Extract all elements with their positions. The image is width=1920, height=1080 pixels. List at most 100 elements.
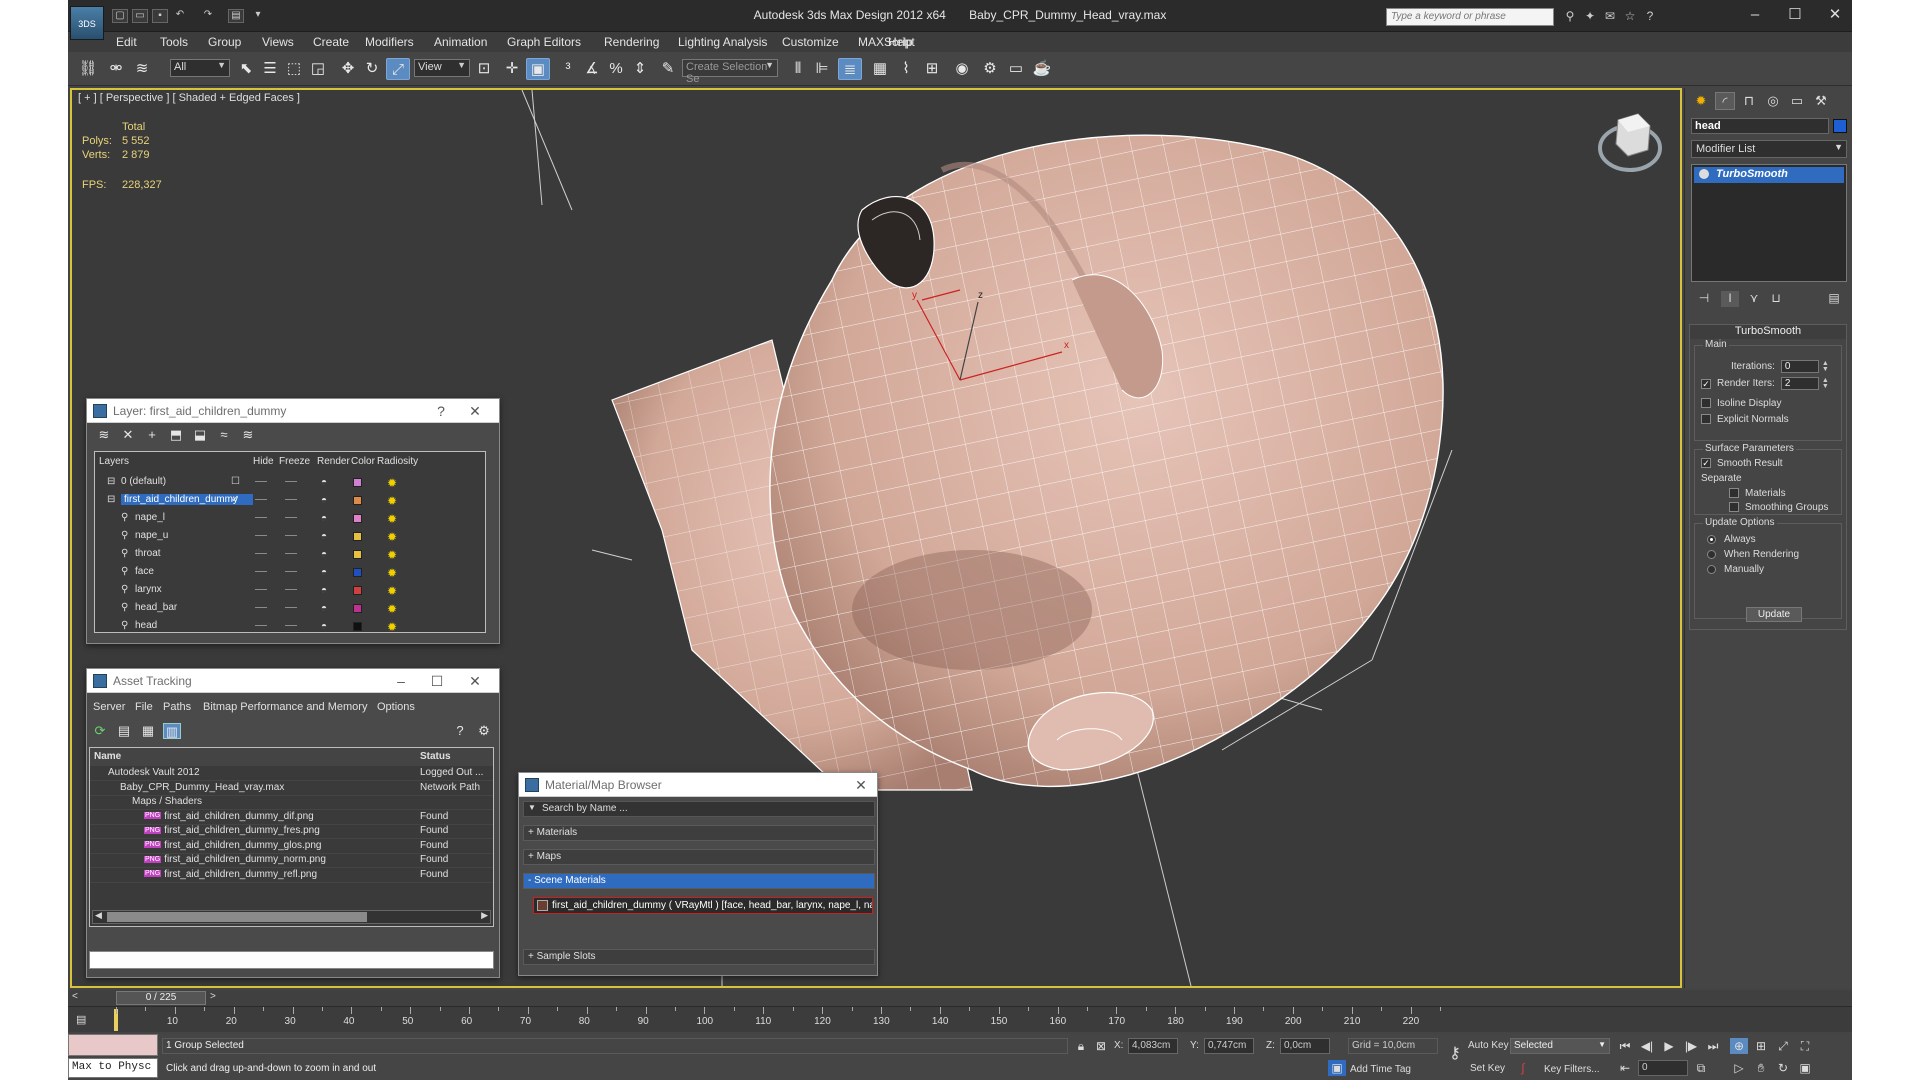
manually-radio[interactable]: [1707, 564, 1716, 574]
sample-slots-section[interactable]: + Sample Slots: [523, 949, 875, 965]
hide-all-icon[interactable]: ≈: [215, 427, 233, 443]
zoom-icon[interactable]: ⊕: [1730, 1038, 1748, 1054]
layer-color-swatch[interactable]: [353, 604, 362, 613]
hide-toggle[interactable]: [255, 481, 267, 482]
current-frame-field[interactable]: 0: [1638, 1060, 1688, 1076]
orbit-icon[interactable]: ↻: [1774, 1060, 1792, 1076]
asset-row[interactable]: Maps / Shaders: [90, 795, 493, 810]
minimize-icon[interactable]: –: [391, 672, 411, 690]
remove-modifier-icon[interactable]: ⊔: [1767, 291, 1785, 307]
object-color-swatch[interactable]: [1833, 119, 1847, 133]
select-by-name-icon[interactable]: ☰: [258, 58, 282, 80]
freeze-header[interactable]: Freeze: [279, 456, 310, 467]
freeze-toggle[interactable]: [285, 517, 297, 518]
iterations-spinner[interactable]: 0: [1780, 360, 1819, 373]
keyboard-shortcut-override-icon[interactable]: ▣: [526, 58, 550, 80]
layer-row[interactable]: ⚲ nape_l ◓ ✹: [95, 510, 485, 528]
delete-layer-icon[interactable]: ✕: [119, 427, 137, 443]
render-production-icon[interactable]: ☕: [1030, 58, 1054, 80]
asset-row[interactable]: PNG first_aid_children_dummy_fres.png Foun…: [90, 824, 493, 839]
curve-editor-icon[interactable]: ⌇: [894, 58, 918, 80]
layer-name[interactable]: head: [135, 620, 157, 631]
radiosity-icon[interactable]: ✹: [387, 584, 397, 598]
menu-rendering[interactable]: Rendering: [604, 35, 659, 49]
make-unique-icon[interactable]: ⋎: [1745, 291, 1763, 307]
window-crossing-icon[interactable]: ◲: [306, 58, 330, 80]
close-icon[interactable]: ✕: [465, 402, 485, 420]
object-icon[interactable]: ⚲: [121, 620, 128, 631]
layer-row[interactable]: ⚲ throat ◓ ✹: [95, 546, 485, 564]
modifier-stack[interactable]: TurboSmooth: [1691, 164, 1847, 282]
schematic-view-icon[interactable]: ⊞: [920, 58, 944, 80]
menu-server[interactable]: Server: [93, 701, 125, 713]
motion-tab-icon[interactable]: ◎: [1763, 92, 1783, 110]
zoom-extents-all-icon[interactable]: ⛶: [1796, 1038, 1814, 1054]
set-key-tangent-icon[interactable]: ∫: [1514, 1060, 1532, 1076]
named-selection-sets-input[interactable]: Create Selection Se ▼: [682, 59, 778, 85]
add-to-layer-icon[interactable]: +: [143, 427, 161, 443]
zoom-extents-icon[interactable]: ⤢: [1774, 1038, 1792, 1054]
field-of-view-icon[interactable]: ▷: [1730, 1060, 1748, 1076]
hide-header[interactable]: Hide: [253, 456, 274, 467]
track-bar[interactable]: ▤ 10 20 30 40 50 60 70 80 90 100 110 120 130 140 150 16…: [68, 1006, 1852, 1032]
close-icon[interactable]: ✕: [1820, 4, 1850, 26]
menu-lighting-analysis[interactable]: Lighting Analysis: [678, 35, 767, 49]
radiosity-icon[interactable]: ✹: [387, 494, 397, 508]
render-teapot-icon[interactable]: ◓: [321, 621, 327, 632]
x-coordinate-field[interactable]: 4,083cm: [1128, 1038, 1178, 1054]
scene-materials-section[interactable]: - Scene Materials: [523, 873, 875, 889]
hide-toggle[interactable]: [255, 625, 267, 626]
maximize-icon[interactable]: ☐: [1780, 4, 1810, 26]
align-icon[interactable]: ⊫: [810, 58, 834, 80]
object-icon[interactable]: ⚲: [121, 548, 128, 559]
materials-checkbox[interactable]: [1729, 488, 1739, 499]
update-button[interactable]: Update: [1746, 607, 1802, 622]
display-tab-icon[interactable]: ▭: [1787, 92, 1807, 110]
scrollbar-thumb[interactable]: [107, 912, 367, 922]
close-icon[interactable]: ✕: [851, 776, 871, 794]
object-icon[interactable]: ⚲: [121, 530, 128, 541]
select-and-move-icon[interactable]: ✥: [336, 58, 360, 80]
radiosity-icon[interactable]: ✹: [387, 476, 397, 490]
time-slider-thumb[interactable]: 0 / 225: [116, 991, 206, 1005]
close-icon[interactable]: ✕: [465, 672, 485, 690]
current-layer-box-icon[interactable]: ☐: [231, 476, 240, 487]
layer-color-swatch[interactable]: [353, 550, 362, 559]
spinner-snap-icon[interactable]: ⇕: [628, 58, 652, 80]
help-icon[interactable]: ?: [1642, 9, 1658, 23]
tree-view-icon[interactable]: ▦: [139, 723, 157, 739]
key-filters-button[interactable]: Key Filters...: [1544, 1064, 1600, 1075]
menu-group[interactable]: Group: [208, 35, 241, 49]
layer-row[interactable]: ⚲ larynx ◓ ✹: [95, 582, 485, 600]
communication-icon[interactable]: ✉: [1602, 9, 1618, 23]
layer-color-swatch[interactable]: [353, 532, 362, 541]
create-tab-icon[interactable]: ✹: [1691, 92, 1711, 110]
hierarchy-tab-icon[interactable]: ⊓: [1739, 92, 1759, 110]
y-coordinate-field[interactable]: 0,747cm: [1204, 1038, 1254, 1054]
menu-views[interactable]: Views: [262, 35, 294, 49]
menu-customize[interactable]: Customize: [782, 35, 839, 49]
maximize-icon[interactable]: ☐: [427, 672, 447, 690]
layer-row[interactable]: ⚲ face ◓ ✹: [95, 564, 485, 582]
modify-tab-icon[interactable]: ◜: [1715, 92, 1735, 110]
isoline-checkbox[interactable]: [1701, 398, 1711, 409]
search-options-icon[interactable]: ▼: [528, 803, 536, 812]
when-rendering-radio[interactable]: [1707, 549, 1716, 559]
z-coordinate-field[interactable]: 0,0cm: [1280, 1038, 1330, 1054]
hide-toggle[interactable]: [255, 499, 267, 500]
current-layer-check-icon[interactable]: ✓: [231, 494, 239, 505]
next-frame-icon[interactable]: |▶: [1682, 1038, 1700, 1054]
render-iters-checkbox[interactable]: ✓: [1701, 378, 1711, 389]
minimize-icon[interactable]: –: [1740, 4, 1770, 26]
asset-path-field[interactable]: [89, 951, 494, 969]
viewcube-icon[interactable]: [1598, 113, 1662, 172]
freeze-toggle[interactable]: [285, 499, 297, 500]
layer-name[interactable]: face: [135, 566, 154, 577]
asset-row[interactable]: Baby_CPR_Dummy_Head_vray.max Network Path: [90, 781, 493, 796]
radiosity-icon[interactable]: ✹: [387, 602, 397, 616]
render-teapot-icon[interactable]: ◓: [321, 477, 327, 488]
render-teapot-icon[interactable]: ◓: [321, 567, 327, 578]
stack-item-turbosmooth[interactable]: TurboSmooth: [1694, 167, 1844, 183]
menu-edit[interactable]: Edit: [116, 35, 137, 49]
menu-options[interactable]: Options: [377, 701, 415, 713]
